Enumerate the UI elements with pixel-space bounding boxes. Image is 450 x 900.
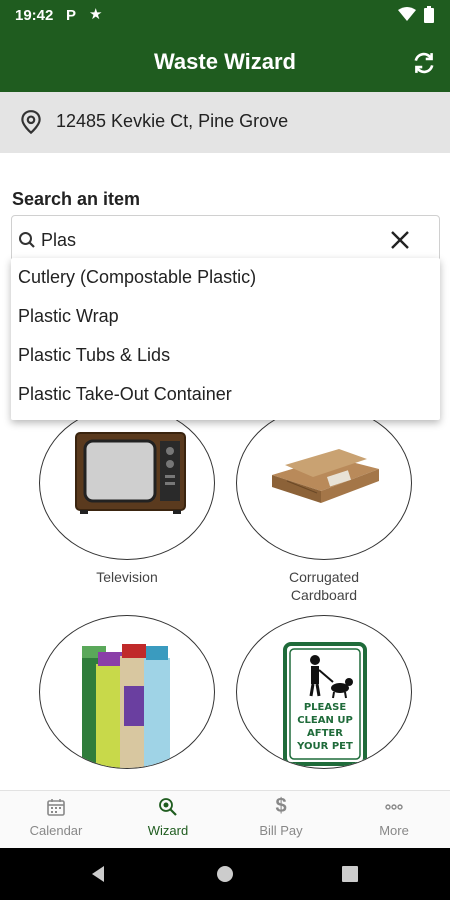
wizard-icon [159,798,177,816]
nav-label: Wizard [147,823,189,838]
item-aerosol-cans[interactable] [39,615,215,769]
pet-sign-text: PLEASE CLEAN UP AFTER YOUR PET [285,701,365,753]
nav-wizard[interactable]: Wizard [112,791,224,849]
home-icon[interactable] [215,864,235,884]
parking-app-icon: P [66,7,77,24]
nav-bill-pay[interactable]: $ Bill Pay [225,791,337,849]
suggestion-item[interactable]: Plastic Tubs & Lids [11,336,440,375]
cardboard-image [272,449,379,503]
app-title: Waste Wizard [153,49,296,74]
item-television[interactable]: Television [39,406,215,586]
search-box[interactable] [11,215,440,263]
battery-icon [424,6,434,23]
refresh-button[interactable] [410,49,438,77]
app-bar: Waste Wizard [0,32,450,92]
item-corrugated-cardboard[interactable]: Corrugated Cardboard [236,406,412,604]
recents-icon[interactable] [342,866,358,882]
back-icon[interactable] [90,865,108,883]
suggestion-item[interactable]: Cutlery (Compostable Plastic) [11,258,440,297]
close-icon [391,231,409,249]
search-label: Search an item [12,189,141,209]
search-suggestions: Cutlery (Compostable Plastic) Plastic Wr… [11,258,440,420]
address-bar[interactable]: 12485 Kevkie Ct, Pine Grove [0,92,450,153]
dollar-icon: $ [275,795,287,817]
pet-sign-line: CLEAN UP [297,715,353,726]
item-image-circle [39,615,215,769]
pet-sign-line: PLEASE [303,702,347,713]
item-label: Television [96,569,158,585]
clear-search-button[interactable] [388,228,412,252]
aerosol-cans-image [82,644,170,768]
status-time: 19:42 [15,7,54,24]
nav-more[interactable]: More [338,791,450,849]
item-image-circle: PLEASE CLEAN UP AFTER YOUR PET [236,615,412,769]
item-image-circle [39,406,215,560]
nav-label: Bill Pay [259,823,303,838]
status-bar: 19:42 P ★ [0,0,450,32]
pet-sign-line: YOUR PET [297,741,353,752]
calendar-icon [47,799,65,816]
search-input[interactable] [41,224,381,256]
bottom-navigation: Calendar Wizard $ Bill Pay More [0,790,450,848]
pet-sign-line: AFTER [307,728,343,739]
nav-calendar[interactable]: Calendar [0,791,112,849]
star-icon: ★ [89,6,103,23]
nav-label: More [379,823,409,838]
suggestion-item[interactable]: Plastic Wrap [11,297,440,336]
system-navigation-bar [0,848,450,900]
nav-label: Calendar [29,823,83,838]
refresh-icon [414,52,434,74]
suggestion-item[interactable]: Plastic Take-Out Container [11,375,440,414]
television-image [75,432,186,514]
more-icon [385,804,403,810]
item-label: Corrugated Cardboard [288,569,360,603]
location-pin-icon [21,110,41,135]
wifi-icon [398,7,416,21]
address-text: 12485 Kevkie Ct, Pine Grove [56,111,289,131]
item-image-circle [236,406,412,560]
search-icon [19,232,35,248]
item-pet-waste[interactable]: PLEASE CLEAN UP AFTER YOUR PET [236,615,412,769]
